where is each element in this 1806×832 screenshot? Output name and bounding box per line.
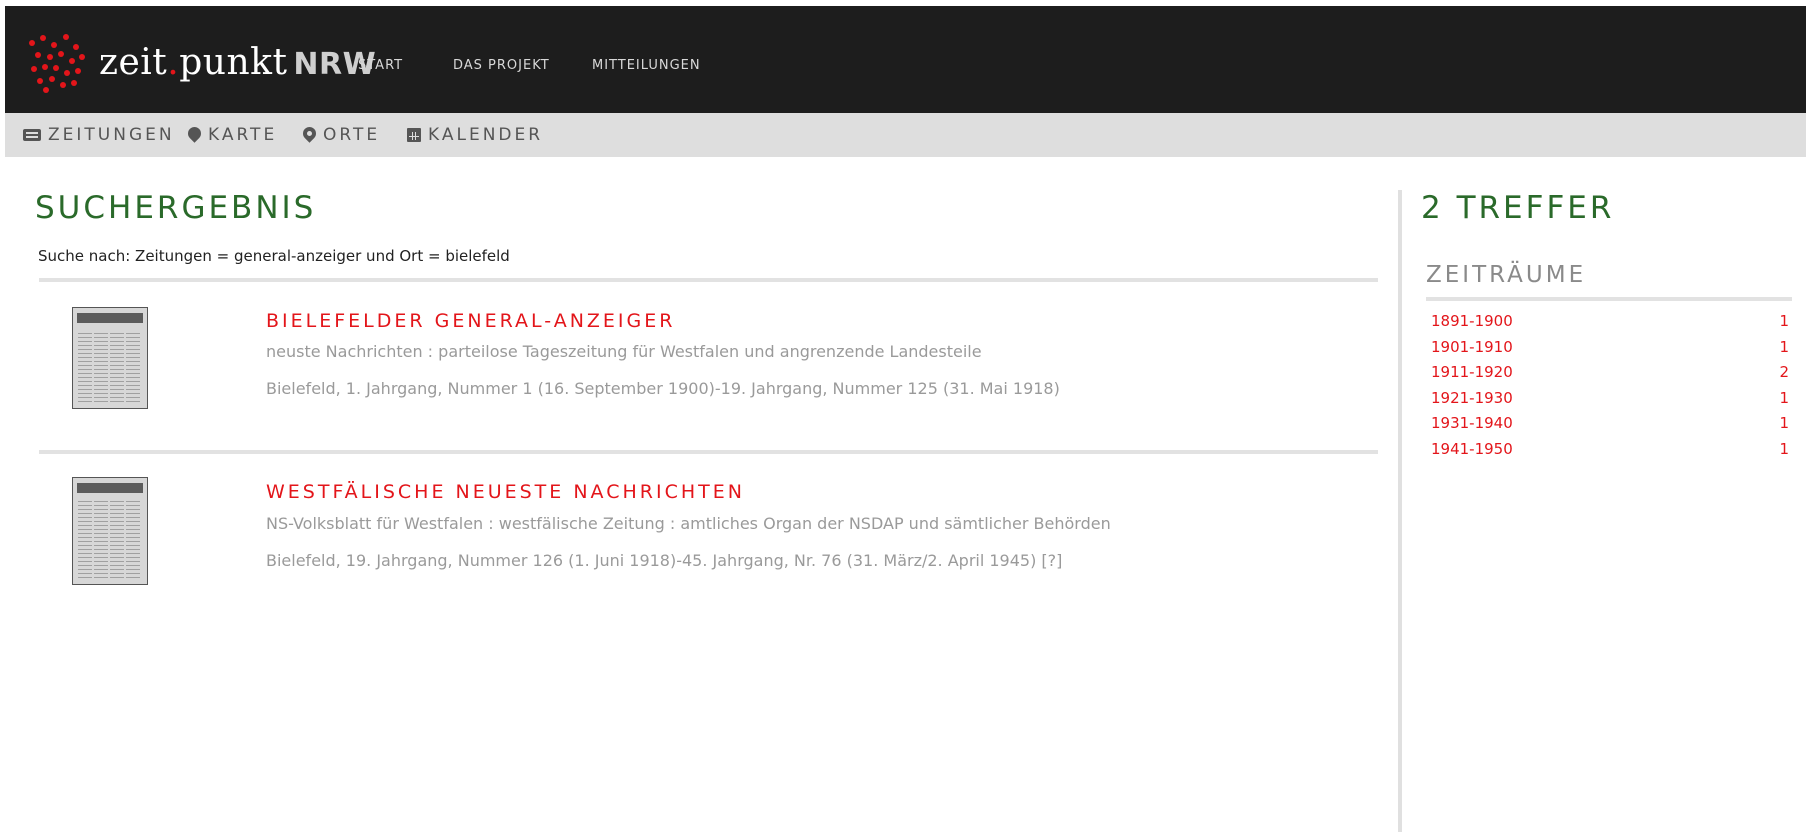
subnav-label: KARTE	[208, 125, 278, 145]
facet-label: 1891-1900	[1431, 312, 1513, 330]
facet-item[interactable]: 1901-1910 1	[1431, 338, 1789, 360]
facet-title: ZEITRÄUME	[1426, 262, 1587, 288]
nav-das-projekt[interactable]: DAS PROJEKT	[453, 58, 550, 73]
search-query: Suche nach: Zeitungen = general-anzeiger…	[38, 247, 510, 265]
nav-mitteilungen[interactable]: MITTEILUNGEN	[592, 58, 701, 73]
hit-count: 2 TREFFER	[1421, 190, 1615, 226]
facet-count: 1	[1779, 440, 1789, 458]
facet-item[interactable]: 1891-1900 1	[1431, 312, 1789, 334]
subnav-kalender[interactable]: KALENDER	[407, 123, 543, 147]
subnav-orte[interactable]: ORTE	[300, 123, 381, 147]
result-item[interactable]: BIELEFELDER GENERAL-ANZEIGER neuste Nach…	[35, 282, 1377, 442]
map-pin-icon	[185, 124, 204, 143]
result-subtitle: NS-Volksblatt für Westfalen : westfälisc…	[266, 514, 1111, 533]
facet-count: 1	[1779, 312, 1789, 330]
result-title[interactable]: BIELEFELDER GENERAL-ANZEIGER	[266, 310, 675, 332]
facet-label: 1941-1950	[1431, 440, 1513, 458]
site-logo[interactable]: zeit.punkt NRW	[27, 30, 376, 94]
facet-label: 1931-1940	[1431, 414, 1513, 432]
page-title: SUCHERGEBNIS	[35, 190, 317, 226]
top-navigation-bar: zeit.punkt NRW START DAS PROJEKT MITTEILU…	[5, 6, 1806, 113]
subnav-label: KALENDER	[428, 125, 544, 145]
facet-count: 2	[1779, 363, 1789, 381]
location-marker-icon	[300, 124, 319, 143]
divider	[1426, 297, 1792, 301]
subnav-label: ZEITUNGEN	[48, 125, 175, 145]
facet-item[interactable]: 1941-1950 1	[1431, 440, 1789, 462]
facet-item[interactable]: 1921-1930 1	[1431, 389, 1789, 411]
calendar-icon	[407, 128, 421, 142]
column-separator	[1398, 190, 1402, 832]
facet-label: 1901-1910	[1431, 338, 1513, 356]
subnav-zeitungen[interactable]: ZEITUNGEN	[23, 123, 175, 147]
subnav-label: ORTE	[323, 125, 381, 145]
facet-count: 1	[1779, 338, 1789, 356]
facet-item[interactable]: 1911-1920 2	[1431, 363, 1789, 385]
facet-item[interactable]: 1931-1940 1	[1431, 414, 1789, 436]
facet-label: 1921-1930	[1431, 389, 1513, 407]
facet-count: 1	[1779, 389, 1789, 407]
page: zeit.punkt NRW START DAS PROJEKT MITTEILU…	[0, 0, 1806, 832]
facet-label: 1911-1920	[1431, 363, 1513, 381]
secondary-navigation-bar: ZEITUNGEN KARTE ORTE KALENDER	[5, 113, 1806, 157]
newspaper-thumbnail[interactable]	[72, 307, 148, 409]
newspaper-thumbnail[interactable]	[72, 477, 148, 585]
subnav-karte[interactable]: KARTE	[185, 123, 278, 147]
logo-wordmark: zeit.punkt NRW	[99, 41, 377, 83]
result-title[interactable]: WESTFÄLISCHE NEUESTE NACHRICHTEN	[266, 481, 745, 503]
result-subtitle: neuste Nachrichten : parteilose Tageszei…	[266, 342, 982, 361]
logo-dots-icon	[27, 32, 87, 93]
newspaper-icon	[23, 129, 41, 141]
result-details: Bielefeld, 1. Jahrgang, Nummer 1 (16. Se…	[266, 379, 1060, 398]
result-details: Bielefeld, 19. Jahrgang, Nummer 126 (1. …	[266, 551, 1063, 570]
result-item[interactable]: WESTFÄLISCHE NEUESTE NACHRICHTEN NS-Volk…	[35, 454, 1377, 614]
nav-start[interactable]: START	[358, 58, 403, 73]
facet-count: 1	[1779, 414, 1789, 432]
